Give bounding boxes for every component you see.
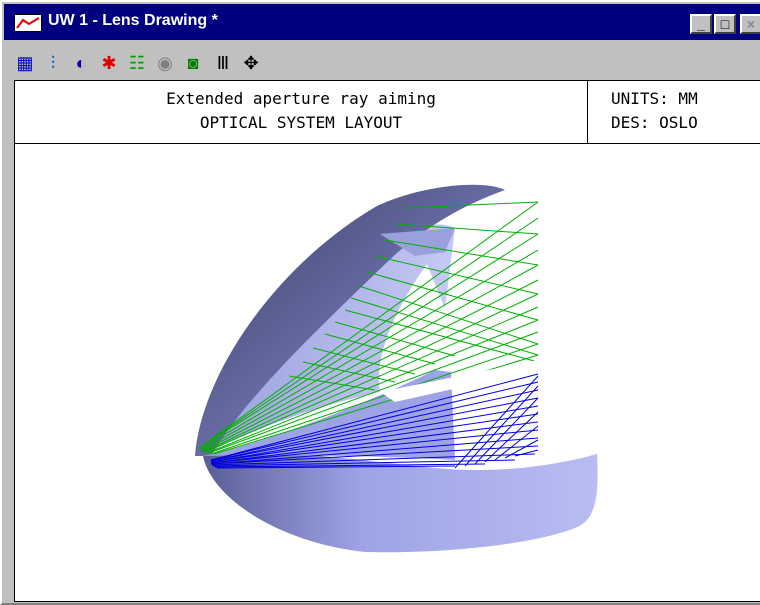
close-icon: × bbox=[746, 16, 756, 32]
minimize-button[interactable]: _ bbox=[690, 14, 712, 34]
grid-icon[interactable]: ▦ bbox=[14, 52, 36, 74]
ray-fan-icon[interactable]: ✱ bbox=[98, 52, 120, 74]
drawing-subtitle: Extended aperture ray aiming bbox=[166, 89, 436, 108]
drawing-title: OPTICAL SYSTEM LAYOUT bbox=[199, 113, 403, 132]
designer-label: DES: OSLO bbox=[611, 113, 698, 132]
drawing-header: Extended aperture ray aiming OPTICAL SYS… bbox=[14, 80, 760, 144]
toolbar: ▦ ⫶ ◐ ✱ ☷ ◉ ◙ Ⅲ ✥ bbox=[4, 40, 760, 82]
units-label: UNITS: MM bbox=[611, 89, 698, 108]
psf-icon[interactable]: ◉ bbox=[154, 52, 176, 74]
window-title: UW 1 - Lens Drawing * bbox=[48, 12, 218, 29]
minimize-icon: _ bbox=[697, 16, 705, 32]
close-button[interactable]: × bbox=[740, 14, 760, 34]
drawing-info-block: UNITS: MM DES: OSLO bbox=[593, 81, 760, 143]
maximize-button[interactable]: □ bbox=[714, 14, 736, 34]
lens-drawing-window: UW 1 - Lens Drawing * _ □ × ▦ ⫶ ◐ ✱ ☷ ◉ … bbox=[0, 0, 760, 605]
optical-layout-drawing bbox=[195, 184, 598, 553]
move-icon[interactable]: ✥ bbox=[240, 52, 262, 74]
target-icon[interactable]: ◙ bbox=[182, 52, 204, 74]
spot-diagram-icon[interactable]: ☷ bbox=[126, 52, 148, 74]
maximize-icon: □ bbox=[720, 16, 730, 32]
bars-icon[interactable]: Ⅲ bbox=[212, 52, 234, 74]
drawing-title-block: Extended aperture ray aiming OPTICAL SYS… bbox=[15, 81, 588, 143]
title-bar[interactable]: UW 1 - Lens Drawing * _ □ × bbox=[4, 4, 760, 40]
rotate-icon[interactable]: ◐ bbox=[70, 52, 92, 74]
lens-layout-icon[interactable]: ⫶ bbox=[42, 52, 64, 74]
lens-drawing-canvas[interactable] bbox=[14, 144, 760, 602]
app-icon[interactable] bbox=[14, 14, 42, 32]
